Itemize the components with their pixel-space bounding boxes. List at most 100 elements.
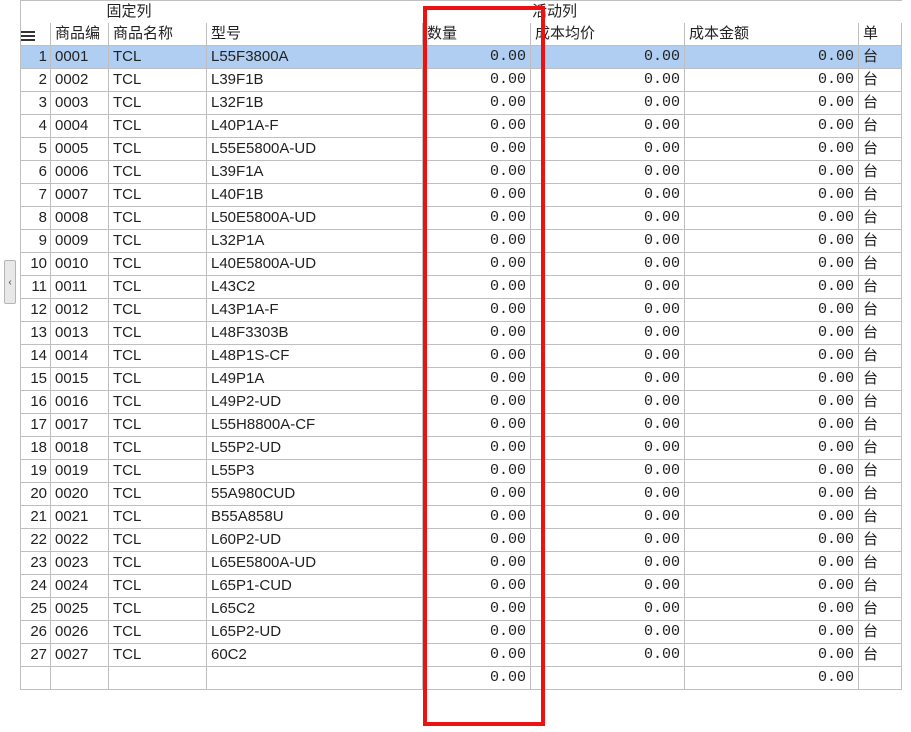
col-header-qty[interactable]: 数量	[423, 23, 531, 45]
cell-model[interactable]: L48F3303B	[207, 322, 423, 344]
col-header-amt[interactable]: 成本金额	[685, 23, 859, 45]
cell-name[interactable]: TCL	[109, 345, 207, 367]
cell-qty[interactable]: 0.00	[423, 529, 531, 551]
cell-unit[interactable]: 台	[859, 207, 902, 229]
table-row[interactable]: 210021TCLB55A858U0.000.000.00台	[21, 506, 902, 529]
cell-qty[interactable]: 0.00	[423, 575, 531, 597]
cell-model[interactable]: L50E5800A-UD	[207, 207, 423, 229]
cell-qty[interactable]: 0.00	[423, 115, 531, 137]
cell-avg[interactable]: 0.00	[531, 414, 685, 436]
cell-qty[interactable]: 0.00	[423, 644, 531, 666]
cell-unit[interactable]: 台	[859, 437, 902, 459]
cell-qty[interactable]: 0.00	[423, 414, 531, 436]
cell-amt[interactable]: 0.00	[685, 92, 859, 114]
table-row[interactable]: 190019TCLL55P30.000.000.00台	[21, 460, 902, 483]
cell-qty[interactable]: 0.00	[423, 299, 531, 321]
cell-model[interactable]: L65P1-CUD	[207, 575, 423, 597]
cell-unit[interactable]: 台	[859, 598, 902, 620]
cell-qty[interactable]: 0.00	[423, 621, 531, 643]
cell-qty[interactable]: 0.00	[423, 92, 531, 114]
cell-amt[interactable]: 0.00	[685, 414, 859, 436]
table-row[interactable]: 250025TCLL65C20.000.000.00台	[21, 598, 902, 621]
table-row[interactable]: 80008TCLL50E5800A-UD0.000.000.00台	[21, 207, 902, 230]
table-row[interactable]: 70007TCLL40F1B0.000.000.00台	[21, 184, 902, 207]
cell-qty[interactable]: 0.00	[423, 161, 531, 183]
sidebar-collapse-handle[interactable]: ‹	[4, 260, 16, 304]
cell-avg[interactable]: 0.00	[531, 161, 685, 183]
cell-unit[interactable]: 台	[859, 345, 902, 367]
cell-qty[interactable]: 0.00	[423, 598, 531, 620]
cell-avg[interactable]: 0.00	[531, 207, 685, 229]
cell-code[interactable]: 0027	[51, 644, 109, 666]
cell-name[interactable]: TCL	[109, 391, 207, 413]
cell-code[interactable]: 0020	[51, 483, 109, 505]
cell-avg[interactable]: 0.00	[531, 230, 685, 252]
cell-model[interactable]: L55P2-UD	[207, 437, 423, 459]
cell-code[interactable]: 0007	[51, 184, 109, 206]
cell-amt[interactable]: 0.00	[685, 552, 859, 574]
table-row[interactable]: 100010TCLL40E5800A-UD0.000.000.00台	[21, 253, 902, 276]
cell-model[interactable]: L40P1A-F	[207, 115, 423, 137]
cell-amt[interactable]: 0.00	[685, 253, 859, 275]
table-row[interactable]: 20002TCLL39F1B0.000.000.00台	[21, 69, 902, 92]
cell-amt[interactable]: 0.00	[685, 345, 859, 367]
cell-qty[interactable]: 0.00	[423, 322, 531, 344]
cell-name[interactable]: TCL	[109, 46, 207, 68]
cell-avg[interactable]: 0.00	[531, 368, 685, 390]
cell-code[interactable]: 0017	[51, 414, 109, 436]
cell-avg[interactable]: 0.00	[531, 529, 685, 551]
table-row[interactable]: 200020TCL55A980CUD0.000.000.00台	[21, 483, 902, 506]
cell-code[interactable]: 0024	[51, 575, 109, 597]
cell-qty[interactable]: 0.00	[423, 391, 531, 413]
cell-qty[interactable]: 0.00	[423, 46, 531, 68]
cell-unit[interactable]: 台	[859, 230, 902, 252]
cell-unit[interactable]: 台	[859, 161, 902, 183]
cell-code[interactable]: 0002	[51, 69, 109, 91]
cell-name[interactable]: TCL	[109, 299, 207, 321]
table-row[interactable]: 160016TCLL49P2-UD0.000.000.00台	[21, 391, 902, 414]
cell-qty[interactable]: 0.00	[423, 460, 531, 482]
cell-amt[interactable]: 0.00	[685, 529, 859, 551]
cell-avg[interactable]: 0.00	[531, 276, 685, 298]
cell-model[interactable]: 60C2	[207, 644, 423, 666]
cell-amt[interactable]: 0.00	[685, 598, 859, 620]
cell-name[interactable]: TCL	[109, 506, 207, 528]
cell-code[interactable]: 0014	[51, 345, 109, 367]
cell-model[interactable]: B55A858U	[207, 506, 423, 528]
cell-code[interactable]: 0005	[51, 138, 109, 160]
cell-name[interactable]: TCL	[109, 483, 207, 505]
table-row[interactable]: 220022TCLL60P2-UD0.000.000.00台	[21, 529, 902, 552]
cell-unit[interactable]: 台	[859, 276, 902, 298]
cell-model[interactable]: L48P1S-CF	[207, 345, 423, 367]
cell-avg[interactable]: 0.00	[531, 575, 685, 597]
cell-avg[interactable]: 0.00	[531, 552, 685, 574]
cell-name[interactable]: TCL	[109, 184, 207, 206]
cell-unit[interactable]: 台	[859, 138, 902, 160]
cell-amt[interactable]: 0.00	[685, 506, 859, 528]
col-header-code[interactable]: 商品编	[51, 23, 109, 45]
cell-name[interactable]: TCL	[109, 276, 207, 298]
cell-qty[interactable]: 0.00	[423, 483, 531, 505]
cell-unit[interactable]: 台	[859, 322, 902, 344]
table-row[interactable]: 40004TCLL40P1A-F0.000.000.00台	[21, 115, 902, 138]
cell-name[interactable]: TCL	[109, 368, 207, 390]
table-row[interactable]: 140014TCLL48P1S-CF0.000.000.00台	[21, 345, 902, 368]
col-header-unit[interactable]: 单	[859, 23, 902, 45]
cell-avg[interactable]: 0.00	[531, 345, 685, 367]
cell-unit[interactable]: 台	[859, 253, 902, 275]
cell-name[interactable]: TCL	[109, 115, 207, 137]
cell-model[interactable]: 55A980CUD	[207, 483, 423, 505]
rownum-header[interactable]	[21, 23, 51, 45]
cell-unit[interactable]: 台	[859, 575, 902, 597]
cell-qty[interactable]: 0.00	[423, 437, 531, 459]
table-row[interactable]: 30003TCLL32F1B0.000.000.00台	[21, 92, 902, 115]
cell-qty[interactable]: 0.00	[423, 230, 531, 252]
cell-qty[interactable]: 0.00	[423, 253, 531, 275]
cell-model[interactable]: L43P1A-F	[207, 299, 423, 321]
cell-avg[interactable]: 0.00	[531, 506, 685, 528]
cell-qty[interactable]: 0.00	[423, 368, 531, 390]
cell-code[interactable]: 0003	[51, 92, 109, 114]
cell-name[interactable]: TCL	[109, 644, 207, 666]
table-row[interactable]: 270027TCL60C20.000.000.00台	[21, 644, 902, 667]
cell-name[interactable]: TCL	[109, 230, 207, 252]
